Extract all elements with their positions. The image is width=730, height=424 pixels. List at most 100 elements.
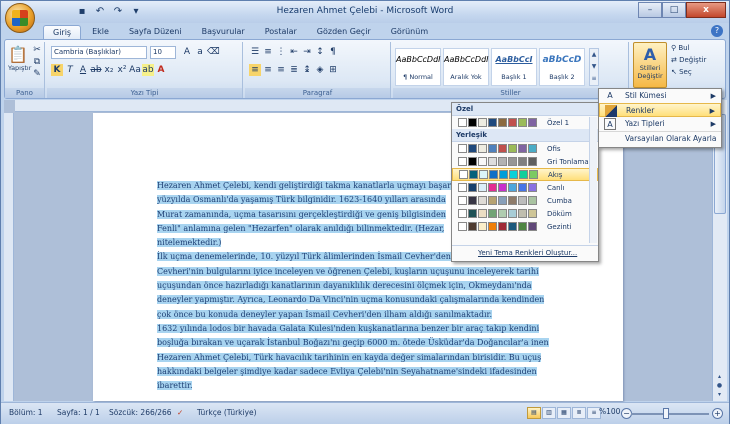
zoom-slider-thumb[interactable] (663, 408, 669, 419)
color-swatch (528, 196, 537, 205)
web-layout-icon[interactable]: ▦ (557, 407, 571, 419)
find-button[interactable]: ⚲ Bul (671, 44, 725, 56)
previous-page-icon[interactable]: ▴ (713, 372, 726, 381)
font-name-select[interactable]: Cambria (Başlıklar) (51, 46, 147, 59)
color-swatch (468, 222, 477, 231)
swatch-strip (458, 209, 537, 218)
borders-icon[interactable]: ⊞ (327, 64, 339, 76)
font-size-select[interactable]: 10 (150, 46, 176, 59)
change-styles-button[interactable]: A Stilleri Değiştir (633, 42, 667, 88)
align-center-icon[interactable]: ≡ (262, 64, 274, 76)
help-icon[interactable]: ? (711, 25, 723, 37)
full-screen-reading-icon[interactable]: ▥ (542, 407, 556, 419)
create-theme-colors[interactable]: Yeni Tema Renkleri Oluştur... (452, 245, 598, 259)
cut-icon[interactable]: ✂ (31, 44, 43, 56)
tab-page-layout[interactable]: Sayfa Düzeni (120, 25, 191, 39)
styles-gallery-scroll[interactable]: ▲ ▼ ≡ (589, 48, 599, 86)
menu-item-fonts[interactable]: A Yazı Tipleri ▶ (599, 117, 721, 131)
justify-icon[interactable]: ≣ (288, 64, 300, 76)
italic-icon[interactable]: T (64, 64, 76, 76)
style-heading-2[interactable]: aBbCcD Başlık 2 (539, 48, 585, 86)
grow-font-icon[interactable]: A (181, 46, 193, 58)
color-scheme-item[interactable]: Cumba (452, 194, 598, 207)
status-language[interactable]: Türkçe (Türkiye) (197, 408, 257, 417)
tab-view[interactable]: Görünüm (382, 25, 437, 39)
shading-icon[interactable]: ◈ (314, 64, 326, 76)
proofing-icon[interactable]: ✓ (177, 408, 183, 417)
outline-icon[interactable]: ≣ (572, 407, 586, 419)
color-scheme-item[interactable]: Döküm (452, 207, 598, 220)
bold-icon[interactable]: K (51, 64, 63, 76)
close-button[interactable]: x (686, 2, 726, 18)
decrease-indent-icon[interactable]: ⇤ (288, 46, 300, 58)
style-heading-1[interactable]: AaBbCcI Başlık 1 (491, 48, 537, 86)
font-color-icon[interactable]: A (155, 64, 167, 76)
paste-button[interactable]: 📋 Yapıştır (7, 44, 31, 82)
color-swatch (488, 222, 497, 231)
align-right-icon[interactable]: ≡ (275, 64, 287, 76)
next-page-icon[interactable]: ▾ (713, 390, 726, 399)
numbering-icon[interactable]: ≡ (262, 46, 274, 58)
tab-review[interactable]: Gözden Geçir (308, 25, 380, 39)
color-swatch (518, 196, 527, 205)
print-layout-icon[interactable]: ▤ (527, 407, 541, 419)
paste-icon: 📋 (8, 45, 28, 64)
tab-insert[interactable]: Ekle (83, 25, 118, 39)
zoom-in-icon[interactable]: + (712, 408, 723, 419)
subscript-icon[interactable]: x₂ (103, 64, 115, 76)
style-normal[interactable]: AaBbCcDdI ¶ Normal (395, 48, 441, 86)
status-page[interactable]: Sayfa: 1 / 1 (57, 408, 100, 417)
increase-indent-icon[interactable]: ⇥ (301, 46, 313, 58)
color-swatch (518, 209, 527, 218)
strikethrough-icon[interactable]: ab (90, 64, 102, 76)
color-scheme-item[interactable]: Ofis (452, 142, 598, 155)
menu-item-style-set[interactable]: A Stil Kümesi ▶ (599, 89, 721, 103)
browse-object-icon[interactable]: ● (713, 381, 726, 390)
highlight-icon[interactable]: ab (142, 64, 154, 76)
copy-icon[interactable]: ⧉ (31, 56, 43, 68)
status-section[interactable]: Bölüm: 1 (9, 408, 43, 417)
line-spacing-icon[interactable]: ↨ (301, 64, 313, 76)
status-words[interactable]: Sözcük: 266/266 (109, 408, 172, 417)
clear-formatting-icon[interactable]: ⌫ (207, 46, 220, 58)
select-button[interactable]: ↖ Seç (671, 68, 725, 80)
tab-mailings[interactable]: Postalar (256, 25, 306, 39)
style-no-spacing[interactable]: AaBbCcDdI Aralık Yok (443, 48, 489, 86)
align-left-icon[interactable]: ≡ (249, 64, 261, 76)
multilevel-list-icon[interactable]: ⋮ (275, 46, 287, 58)
underline-icon[interactable]: A (77, 64, 89, 76)
vertical-ruler[interactable] (4, 113, 14, 401)
replace-icon: ⇄ (671, 56, 680, 64)
replace-button[interactable]: ⇄ Değiştir (671, 56, 725, 68)
show-marks-icon[interactable]: ¶ (327, 46, 339, 58)
zoom-slider[interactable] (631, 413, 709, 415)
color-swatch (488, 183, 497, 192)
word-window: ▪ ↶ ↷ ▾ Hezaren Ahmet Çelebi - Microsoft… (0, 0, 730, 424)
office-button[interactable] (5, 3, 35, 33)
format-painter-icon[interactable]: ✎ (31, 68, 43, 80)
dropdown-scrollbar[interactable] (589, 117, 597, 243)
color-scheme-item[interactable]: Canlı (452, 181, 598, 194)
color-swatch (468, 183, 477, 192)
superscript-icon[interactable]: x² (116, 64, 128, 76)
menu-item-set-as-default[interactable]: Varsayılan Olarak Ayarla (599, 131, 721, 145)
color-swatch (509, 170, 518, 179)
color-swatch (478, 118, 487, 127)
menu-item-colors[interactable]: Renkler ▶ (599, 103, 721, 117)
color-swatch (518, 118, 527, 127)
swatch-strip (458, 144, 537, 153)
change-case-icon[interactable]: Aa (129, 64, 141, 76)
color-scheme-item[interactable]: Gezinti (452, 220, 598, 233)
tab-references[interactable]: Başvurular (193, 25, 254, 39)
maximize-button[interactable]: □ (662, 2, 686, 18)
bullets-icon[interactable]: ☰ (249, 46, 261, 58)
minimize-button[interactable]: – (638, 2, 662, 18)
color-scheme-item[interactable]: Gri Tonlamalı (452, 155, 598, 168)
color-scheme-item[interactable]: Akış (452, 168, 598, 181)
style-set-icon: A (607, 91, 613, 100)
zoom-level[interactable]: %100 (599, 407, 620, 416)
shrink-font-icon[interactable]: a (194, 46, 206, 58)
sort-icon[interactable]: ↕ (314, 46, 326, 58)
color-scheme-custom-1[interactable]: Özel 1 (452, 116, 598, 129)
tab-home[interactable]: Giriş (43, 25, 82, 39)
